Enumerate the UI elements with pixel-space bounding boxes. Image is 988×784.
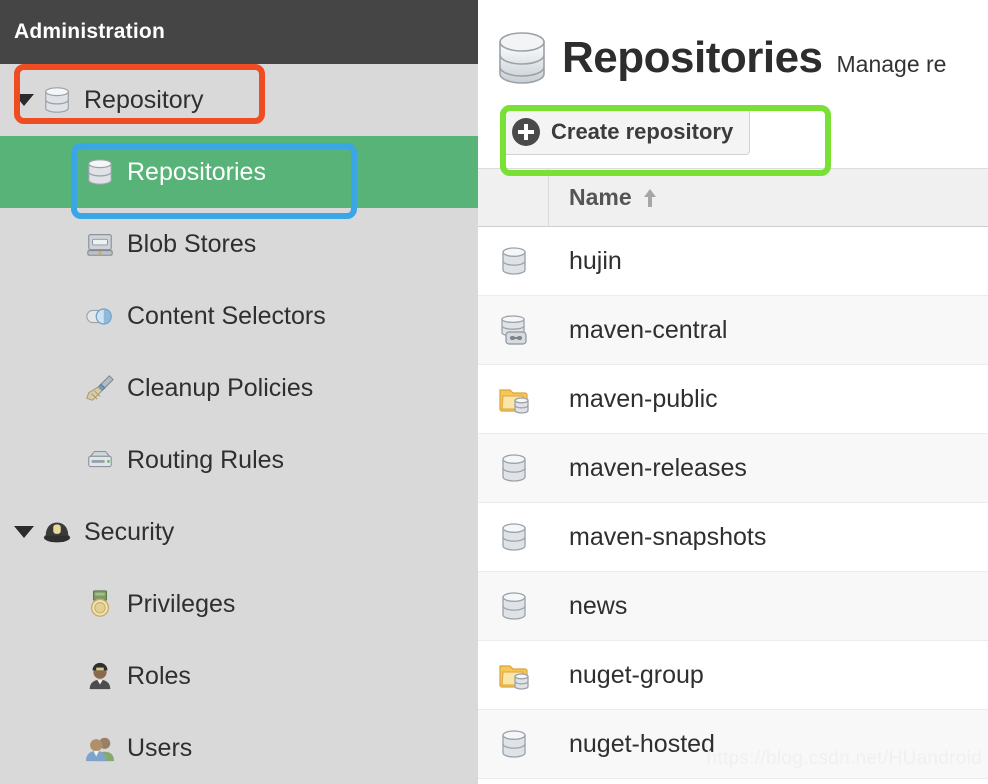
sidebar-item-label: Users xyxy=(127,733,193,762)
plus-circle-icon xyxy=(511,117,541,147)
sidebar-item-label: Routing Rules xyxy=(127,445,285,474)
page-header: Repositories Manage re xyxy=(478,0,988,96)
repo-hosted-icon xyxy=(498,452,530,484)
table-body: hujin maven-central maven-public maven-rele… xyxy=(478,227,988,779)
table-row[interactable]: maven-central xyxy=(478,296,988,365)
sort-asc-arrow-icon xyxy=(642,188,658,208)
sidebar-item-label: Blob Stores xyxy=(127,229,257,258)
repository-name-cell: nuget-group xyxy=(569,660,704,689)
repo-hosted-icon xyxy=(498,728,530,760)
page-subtitle: Manage re xyxy=(836,50,947,77)
sidebar-item-label: Repositories xyxy=(127,157,266,186)
sidebar-item-users[interactable]: Users xyxy=(0,712,478,784)
column-header-label: Name xyxy=(569,184,632,210)
table-cell-icon xyxy=(478,245,549,277)
repo-group-icon xyxy=(498,383,530,415)
officer-icon xyxy=(85,661,115,691)
blob-store-icon xyxy=(85,229,115,259)
users-icon xyxy=(85,733,115,763)
chevron-down-icon[interactable] xyxy=(14,526,34,538)
table-header-name-column[interactable]: Name xyxy=(549,184,988,211)
sidebar-item-label: Security xyxy=(84,517,175,546)
create-repository-button[interactable]: Create repository xyxy=(500,109,751,155)
repository-name-cell: maven-snapshots xyxy=(569,522,767,551)
database-icon xyxy=(496,30,548,86)
sidebar-item-label: Content Selectors xyxy=(127,301,326,330)
broom-icon xyxy=(85,373,115,403)
table-cell-icon xyxy=(478,659,549,691)
sidebar-item-roles[interactable]: Roles xyxy=(0,640,478,712)
repository-name-cell: news xyxy=(569,591,628,620)
sidebar-item-security[interactable]: Security xyxy=(0,496,478,568)
admin-sidebar: Administration Repository Repositories Blo… xyxy=(0,0,478,784)
repo-group-icon xyxy=(498,659,530,691)
sidebar-item-blob-stores[interactable]: Blob Stores xyxy=(0,208,478,280)
sidebar-item-repositories[interactable]: Repositories xyxy=(0,136,478,208)
repositories-table: Name hujin maven-central maven-public maven… xyxy=(478,168,988,779)
table-cell-icon xyxy=(478,314,549,346)
table-cell-icon xyxy=(478,590,549,622)
sidebar-item-cleanup-policies[interactable]: Cleanup Policies xyxy=(0,352,478,424)
table-row[interactable]: news xyxy=(478,572,988,641)
sidebar-nav: Repository Repositories Blob Stores Content… xyxy=(0,64,478,784)
repo-hosted-icon xyxy=(498,590,530,622)
table-row[interactable]: nuget-group xyxy=(478,641,988,710)
sidebar-item-label: Roles xyxy=(127,661,191,690)
main-content: Repositories Manage re Create repository… xyxy=(478,0,988,784)
sidebar-item-label: Cleanup Policies xyxy=(127,373,314,402)
sidebar-item-privileges[interactable]: Privileges xyxy=(0,568,478,640)
table-header-row: Name xyxy=(478,169,988,227)
sidebar-item-repository[interactable]: Repository xyxy=(0,64,478,136)
medal-icon xyxy=(85,589,115,619)
table-row[interactable]: maven-releases xyxy=(478,434,988,503)
table-header-icon-column xyxy=(478,169,549,226)
repository-name-cell: maven-public xyxy=(569,384,718,413)
chevron-down-icon[interactable] xyxy=(14,94,34,106)
screenshot-root: Administration Repository Repositories Blo… xyxy=(0,0,988,784)
table-cell-icon xyxy=(478,452,549,484)
repository-name-cell: hujin xyxy=(569,246,622,275)
repo-hosted-icon xyxy=(498,245,530,277)
sidebar-item-label: Privileges xyxy=(127,589,236,618)
repository-name-cell: maven-releases xyxy=(569,453,747,482)
table-cell-icon xyxy=(478,728,549,760)
sidebar-item-label: Repository xyxy=(84,85,204,114)
database-icon xyxy=(42,85,72,115)
database-icon xyxy=(85,157,115,187)
table-row[interactable]: maven-public xyxy=(478,365,988,434)
police-hat-icon xyxy=(42,517,72,547)
repo-hosted-icon xyxy=(498,521,530,553)
toolbar: Create repository xyxy=(478,96,988,168)
sidebar-header: Administration xyxy=(0,0,478,64)
sidebar-item-content-selectors[interactable]: Content Selectors xyxy=(0,280,478,352)
sidebar-item-routing-rules[interactable]: Routing Rules xyxy=(0,424,478,496)
table-cell-icon xyxy=(478,383,549,415)
watermark: https://blog.csdn.net/HUandroid xyxy=(706,748,982,769)
content-selector-icon xyxy=(85,301,115,331)
repo-proxy-icon xyxy=(498,314,530,346)
page-heading: Repositories xyxy=(562,33,823,82)
create-repository-label: Create repository xyxy=(551,119,734,144)
table-row[interactable]: maven-snapshots xyxy=(478,503,988,572)
table-row[interactable]: hujin xyxy=(478,227,988,296)
repository-name-cell: maven-central xyxy=(569,315,728,344)
table-cell-icon xyxy=(478,521,549,553)
router-icon xyxy=(85,445,115,475)
page-title: Administration xyxy=(14,20,165,43)
